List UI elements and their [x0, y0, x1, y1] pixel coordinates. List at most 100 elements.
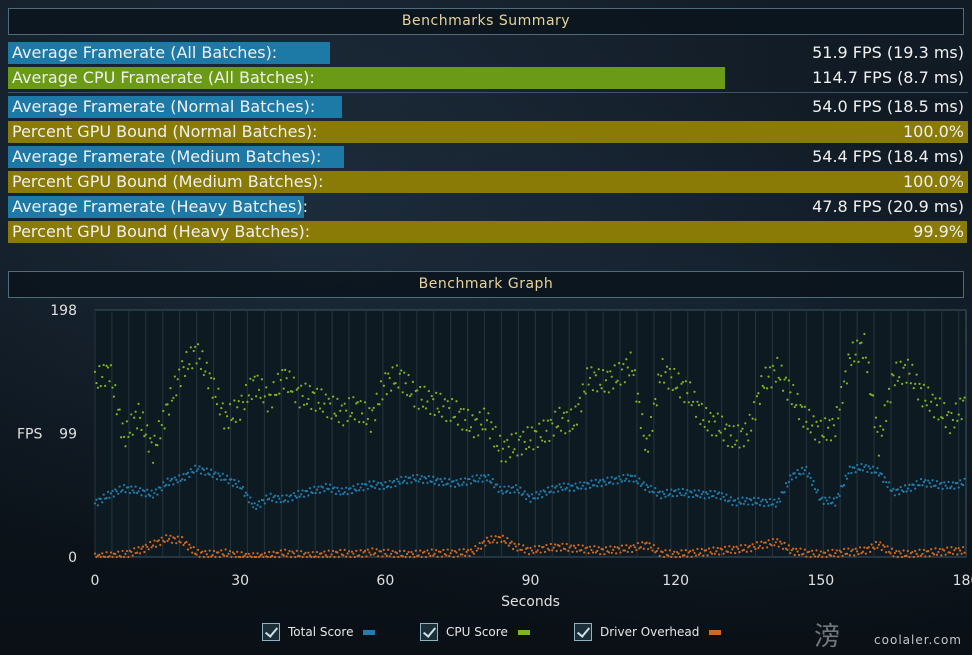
data-point	[633, 369, 637, 372]
data-point	[809, 431, 812, 434]
data-point	[201, 550, 204, 553]
data-point	[202, 373, 205, 377]
cpu-score-checkbox[interactable]	[420, 622, 438, 641]
data-point	[121, 422, 124, 425]
data-point	[898, 376, 901, 379]
data-point	[642, 481, 645, 484]
data-point	[520, 548, 523, 552]
data-point	[693, 551, 696, 554]
data-point	[673, 367, 676, 371]
data-point	[906, 549, 910, 553]
legend-item-cpu-score[interactable]: CPU Score	[420, 621, 530, 643]
legend-item-driver-overhead[interactable]: Driver Overhead	[574, 621, 722, 643]
data-point	[835, 405, 838, 409]
data-point	[194, 464, 197, 467]
data-point	[742, 548, 745, 551]
data-point	[600, 387, 603, 390]
data-point	[651, 429, 654, 432]
data-point	[104, 384, 107, 387]
data-point	[292, 552, 295, 555]
data-point	[739, 430, 743, 433]
data-point	[554, 486, 557, 489]
data-point	[767, 504, 770, 507]
data-point	[732, 545, 735, 549]
data-point	[960, 552, 963, 555]
data-point	[864, 463, 867, 467]
data-point	[310, 555, 313, 559]
data-point	[561, 542, 564, 545]
data-point	[394, 381, 397, 385]
data-point	[651, 549, 654, 552]
data-point	[591, 551, 595, 554]
data-point	[403, 371, 406, 374]
data-point	[105, 496, 108, 500]
data-point	[837, 492, 840, 495]
data-point	[848, 356, 851, 360]
driver-overhead-checkbox[interactable]	[574, 622, 592, 641]
data-point	[151, 461, 155, 464]
data-point	[646, 450, 650, 453]
data-point	[101, 501, 104, 504]
data-point	[262, 401, 265, 404]
data-point	[533, 497, 536, 500]
data-point	[346, 419, 349, 423]
data-point	[721, 415, 724, 418]
data-point	[683, 401, 686, 404]
data-point	[786, 398, 789, 401]
data-point	[857, 552, 860, 556]
data-point	[874, 471, 878, 474]
data-point	[298, 495, 301, 498]
data-point	[525, 497, 528, 501]
data-point	[458, 548, 461, 551]
data-point	[948, 432, 952, 435]
data-point	[848, 554, 851, 557]
data-point	[543, 490, 547, 493]
data-point	[507, 485, 510, 488]
data-point	[700, 493, 703, 496]
data-point	[963, 477, 966, 480]
data-point	[745, 496, 748, 500]
data-point	[706, 554, 709, 557]
data-point	[572, 544, 576, 547]
data-point	[783, 378, 786, 381]
data-point	[99, 555, 102, 559]
data-point	[461, 428, 464, 431]
data-point	[414, 479, 417, 482]
data-point	[927, 386, 930, 389]
data-point	[406, 482, 409, 485]
data-point	[645, 483, 648, 487]
data-point	[302, 495, 306, 498]
data-point	[808, 472, 811, 475]
data-point	[514, 432, 518, 435]
data-point	[352, 484, 355, 488]
data-point	[487, 412, 490, 415]
legend-item-total-score[interactable]: Total Score	[262, 621, 376, 643]
data-point	[408, 395, 412, 398]
data-point	[861, 356, 865, 360]
data-point	[247, 394, 250, 397]
data-point	[773, 369, 776, 372]
data-point	[533, 545, 536, 548]
data-point	[455, 551, 458, 554]
data-point	[359, 486, 362, 489]
data-point	[278, 555, 281, 559]
data-point	[649, 546, 653, 549]
data-point	[465, 550, 468, 553]
summary-value: 47.8 FPS (20.9 ms)	[812, 197, 964, 216]
data-point	[568, 430, 571, 433]
data-point	[925, 404, 928, 407]
data-point	[406, 393, 409, 397]
total-score-checkbox[interactable]	[262, 622, 280, 641]
data-point	[250, 555, 253, 559]
data-point	[622, 362, 625, 366]
data-point	[517, 491, 520, 494]
data-point	[374, 552, 377, 555]
data-point	[260, 553, 264, 556]
data-point	[160, 536, 163, 539]
data-point	[98, 553, 101, 556]
data-point	[601, 478, 605, 481]
data-point	[593, 545, 596, 548]
data-point	[149, 494, 152, 497]
data-point	[273, 555, 277, 559]
data-point	[816, 425, 820, 428]
